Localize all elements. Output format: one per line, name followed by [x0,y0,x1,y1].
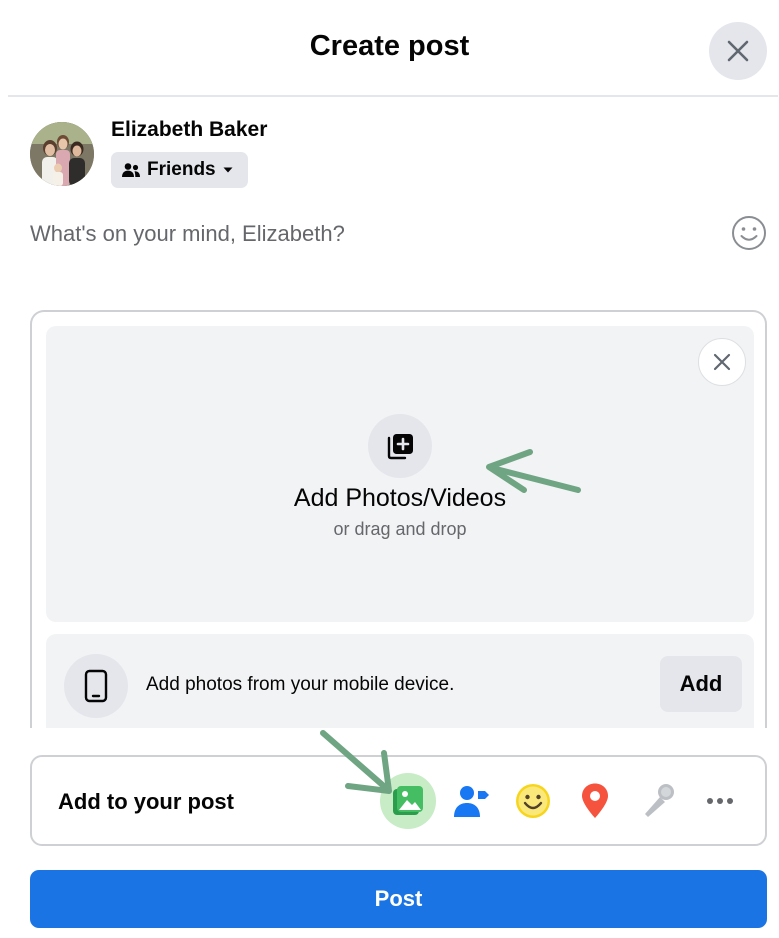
avatar [30,122,94,186]
drag-drop-hint: or drag and drop [333,519,467,539]
add-from-mobile-button[interactable]: Add [660,656,742,712]
header-divider [8,95,778,97]
dialog-title: Create post [309,30,470,62]
audience-selector-button[interactable]: Friends [111,152,248,188]
live-video-button[interactable] [630,773,686,829]
more-options-button[interactable] [692,773,748,829]
add-to-post-bar: Add to your post [30,755,767,846]
post-text-input[interactable] [30,218,710,250]
dialog-header: Create post [0,0,779,96]
check-in-button[interactable] [567,773,623,829]
check-in-icon [582,783,608,818]
tag-people-button[interactable] [443,773,499,829]
photo-video-button[interactable] [380,773,436,829]
emoji-picker-button[interactable] [729,213,769,253]
caret-down-icon [223,167,233,173]
live-video-icon [645,784,674,817]
more-options-icon [707,798,733,804]
close-icon [727,40,749,62]
close-icon [713,353,731,371]
add-photos-title: Add Photos/Videos [293,484,507,512]
media-upload-card: Add Photos/Videos or drag and drop Add p… [30,310,767,728]
photo-video-icon [393,786,423,815]
post-button[interactable]: Post [30,870,767,928]
add-photo-icon [368,414,432,478]
mobile-upload-row: Add photos from your mobile device. Add [46,634,754,728]
photo-dropzone[interactable]: Add Photos/Videos or drag and drop [46,326,754,622]
tag-people-icon [454,786,489,817]
mobile-phone-icon [64,654,128,718]
smiley-icon [732,216,766,250]
remove-media-button[interactable] [698,338,746,386]
user-name: Elizabeth Baker [111,118,268,141]
friends-icon [122,163,140,177]
add-to-post-label: Add to your post [58,789,234,814]
audience-label: Friends [147,159,216,180]
feeling-activity-button[interactable] [505,773,561,829]
close-dialog-button[interactable] [709,22,767,80]
feeling-activity-icon [516,784,550,818]
mobile-upload-text: Add photos from your mobile device. [146,674,455,695]
